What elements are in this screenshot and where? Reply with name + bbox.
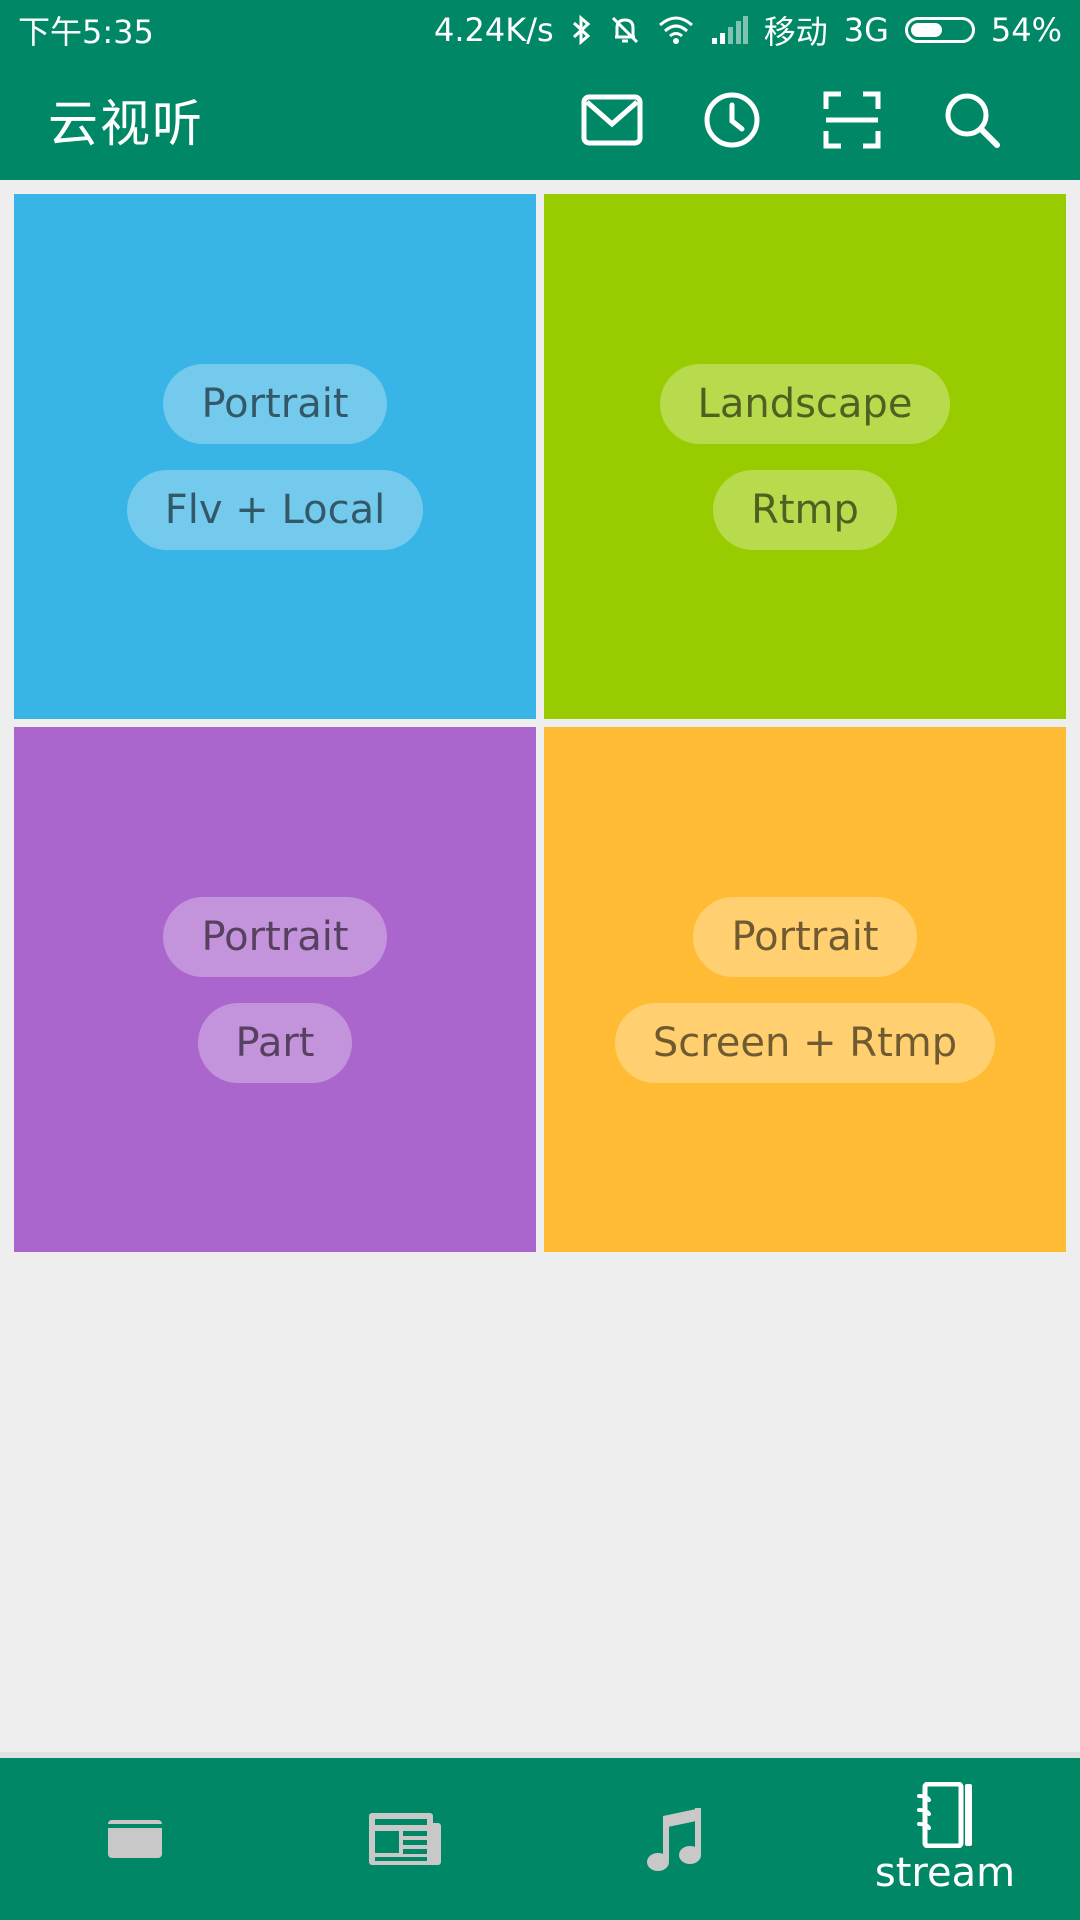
mode-chip: Flv + Local — [126, 469, 424, 550]
nav-item-news[interactable] — [270, 1758, 540, 1920]
mail-icon — [581, 94, 643, 146]
search-button[interactable] — [912, 60, 1032, 180]
network-type: 3G — [843, 11, 889, 49]
tile-portrait-part[interactable]: Portrait Part — [14, 727, 536, 1252]
stream-mode-grid: Portrait Flv + Local Landscape Rtmp Port… — [14, 194, 1066, 1252]
silent-bell-icon — [608, 13, 642, 47]
orientation-chip: Portrait — [163, 363, 387, 444]
battery-icon — [904, 17, 975, 43]
mode-chip: Rtmp — [713, 469, 897, 550]
tile-landscape-rtmp[interactable]: Landscape Rtmp — [544, 194, 1066, 719]
app-actions — [552, 60, 1032, 180]
orientation-chip: Landscape — [659, 363, 951, 444]
app-bar: 云视听 — [0, 60, 1080, 180]
status-bar: 下午5:35 4.24K/s 移动 3G 54% — [0, 0, 1080, 60]
nav-item-stream[interactable]: stream — [810, 1758, 1080, 1920]
nav-item-label: stream — [874, 1850, 1016, 1896]
bottom-nav: stream — [0, 1752, 1080, 1920]
status-time: 下午5:35 — [18, 13, 154, 51]
bluetooth-icon — [570, 14, 592, 46]
mail-button[interactable] — [552, 60, 672, 180]
clock-icon — [704, 92, 760, 148]
tv-icon — [108, 1820, 162, 1858]
app-title: 云视听 — [48, 95, 204, 153]
carrier-name: 移动 — [763, 13, 828, 51]
orientation-chip: Portrait — [163, 896, 387, 977]
nav-item-music[interactable] — [540, 1758, 810, 1920]
battery-level — [910, 23, 943, 37]
scan-button[interactable] — [792, 60, 912, 180]
news-icon — [369, 1813, 441, 1865]
battery-percent: 54% — [990, 11, 1062, 49]
tile-portrait-flv-local[interactable]: Portrait Flv + Local — [14, 194, 536, 719]
orientation-chip: Portrait — [693, 896, 917, 977]
net-speed: 4.24K/s — [434, 11, 554, 49]
mode-chip: Part — [197, 1002, 353, 1083]
notebook-icon — [917, 1782, 972, 1848]
search-icon — [945, 93, 1000, 148]
scan-icon — [823, 91, 881, 149]
signal-icon — [710, 16, 748, 44]
history-button[interactable] — [672, 60, 792, 180]
wifi-icon — [658, 15, 694, 45]
nav-item-tv[interactable] — [0, 1758, 270, 1920]
status-indicators: 4.24K/s 移动 3G 54% — [434, 7, 1062, 53]
tile-portrait-screen-rtmp[interactable]: Portrait Screen + Rtmp — [544, 727, 1066, 1252]
music-note-icon — [647, 1808, 701, 1871]
mode-chip: Screen + Rtmp — [614, 1002, 996, 1083]
